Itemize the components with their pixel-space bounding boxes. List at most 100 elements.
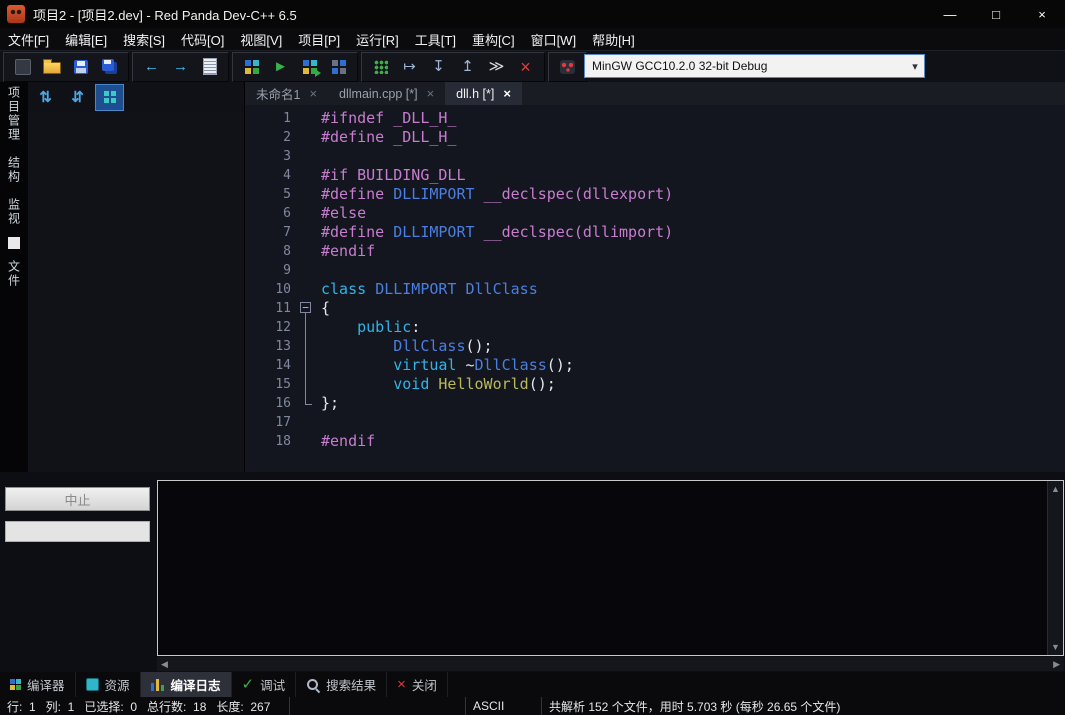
- new-project-button[interactable]: [8, 54, 37, 79]
- sort-by-type-button[interactable]: ⇅: [31, 84, 60, 111]
- compiler-icon: [10, 679, 21, 690]
- fold-gutter: [297, 223, 321, 242]
- menu-item-code[interactable]: 代码[O]: [173, 28, 232, 50]
- bottom-tab-bar: 编译器资源编译日志✓调试搜索结果 × 关闭: [0, 672, 1065, 697]
- step-over-button[interactable]: ↦: [395, 54, 424, 79]
- code-line: 13 DllClass();: [245, 337, 1065, 356]
- editor-region: 未命名1×dllmain.cpp [*]×dll.h [*]× 1#ifndef…: [245, 82, 1065, 472]
- code-text: #define DLLIMPORT __declspec(dllexport): [321, 185, 673, 204]
- scroll-left-icon[interactable]: ◀: [161, 659, 168, 670]
- bottom-tab-search-results[interactable]: 搜索结果: [296, 672, 387, 697]
- minimize-button[interactable]: —: [927, 0, 973, 28]
- run-button[interactable]: ►: [266, 54, 295, 79]
- fold-toggle-icon[interactable]: [297, 299, 321, 318]
- classic-view-button[interactable]: [95, 84, 124, 111]
- editor-tab-bar: 未命名1×dllmain.cpp [*]×dll.h [*]×: [245, 82, 1065, 105]
- step-into-button[interactable]: ↧: [424, 54, 453, 79]
- continue-icon: ≫: [489, 59, 505, 74]
- code-text: virtual ~DllClass();: [321, 356, 574, 375]
- editor-tab-dllmain-cpp[interactable]: dllmain.cpp [*]×: [328, 82, 445, 105]
- bottom-tab-compiler[interactable]: 编译器: [0, 672, 76, 697]
- bottom-tab-label: 关闭: [412, 675, 437, 694]
- stop-icon: ×: [520, 58, 531, 76]
- profiler-button[interactable]: [553, 54, 582, 79]
- panel-indicator-icon: [8, 237, 20, 249]
- fold-gutter: [297, 432, 321, 451]
- fold-gutter: [297, 318, 321, 337]
- abort-button[interactable]: 中止: [5, 487, 150, 511]
- side-tab-structure[interactable]: 结构: [6, 156, 23, 184]
- title-bar: 项目2 - [项目2.dev] - Red Panda Dev-C++ 6.5 …: [0, 0, 1065, 28]
- step-out-button[interactable]: ↥: [453, 54, 482, 79]
- menu-item-refactor[interactable]: 重构[C]: [464, 28, 523, 50]
- editor-tab-untitled1[interactable]: 未命名1×: [245, 82, 328, 105]
- rebuild-button[interactable]: [324, 54, 353, 79]
- compile-icon: [245, 60, 259, 74]
- menu-item-view[interactable]: 视图[V]: [232, 28, 290, 50]
- redo-button[interactable]: →: [166, 54, 195, 79]
- compile-button[interactable]: [237, 54, 266, 79]
- bottom-tab-debug[interactable]: ✓调试: [232, 672, 297, 697]
- debug-button[interactable]: [366, 54, 395, 79]
- close-icon: ×: [397, 677, 406, 692]
- undo-icon: ←: [144, 59, 159, 74]
- code-line: 4#if BUILDING_DLL: [245, 166, 1065, 185]
- menu-item-project[interactable]: 项目[P]: [290, 28, 348, 50]
- continue-button[interactable]: ≫: [482, 54, 511, 79]
- menu-item-edit[interactable]: 编辑[E]: [57, 28, 115, 50]
- code-line: 11{: [245, 299, 1065, 318]
- bottom-tab-compile-log[interactable]: 编译日志: [141, 672, 232, 697]
- code-text: #if BUILDING_DLL: [321, 166, 466, 185]
- status-parse-info: 共解析 152 个文件，用时 5.703 秒 (每秒 26.65 个文件): [542, 697, 1065, 715]
- scroll-down-icon[interactable]: ▼: [1051, 642, 1060, 652]
- sort-alphabetical-button[interactable]: ⇵: [63, 84, 92, 111]
- line-number: 8: [245, 242, 297, 261]
- toolbar-group: ↦↧↥ ≫ ×: [361, 52, 545, 82]
- scroll-up-icon[interactable]: ▲: [1051, 484, 1060, 494]
- scroll-right-icon[interactable]: ▶: [1053, 659, 1060, 670]
- code-text: #ifndef _DLL_H_: [321, 109, 456, 128]
- code-line: 6#else: [245, 204, 1065, 223]
- bottom-tab-resources[interactable]: 资源: [76, 672, 141, 697]
- menu-item-run[interactable]: 运行[R]: [348, 28, 407, 50]
- tab-close-icon[interactable]: ×: [427, 86, 435, 101]
- code-text: #else: [321, 204, 366, 223]
- code-editor[interactable]: 1#ifndef _DLL_H_2#define _DLL_H_34#if BU…: [245, 105, 1065, 472]
- open-file-button[interactable]: [37, 54, 66, 79]
- horizontal-scrollbar[interactable]: ◀ ▶: [157, 657, 1064, 671]
- sort-by-type-icon: ⇅: [39, 90, 52, 105]
- line-number: 12: [245, 318, 297, 337]
- undo-button[interactable]: ←: [137, 54, 166, 79]
- tab-close-icon[interactable]: ×: [309, 86, 317, 101]
- save-button[interactable]: [66, 54, 95, 79]
- toolbar-group: [548, 52, 587, 82]
- vertical-scrollbar[interactable]: ▲ ▼: [1047, 481, 1063, 655]
- fold-gutter: [297, 375, 321, 394]
- maximize-button[interactable]: □: [973, 0, 1019, 28]
- compile-run-button[interactable]: [295, 54, 324, 79]
- compile-log-icon: [151, 678, 165, 691]
- menu-item-tools[interactable]: 工具[T]: [407, 28, 464, 50]
- window-title: 项目2 - [项目2.dev] - Red Panda Dev-C++ 6.5: [33, 5, 297, 24]
- code-line: 9: [245, 261, 1065, 280]
- side-tab-project[interactable]: 项目管理: [6, 86, 23, 142]
- menu-item-window[interactable]: 窗口[W]: [523, 28, 585, 50]
- stop-button[interactable]: ×: [511, 54, 540, 79]
- bottom-panel: 中止 ▲ ▼ ◀ ▶: [0, 472, 1065, 672]
- side-tab-watch[interactable]: 监视: [6, 198, 23, 226]
- editor-tab-dll-h[interactable]: dll.h [*]×: [445, 82, 522, 105]
- side-tab-files[interactable]: 文件: [6, 260, 23, 288]
- close-button[interactable]: ×: [1019, 0, 1065, 28]
- compiler-selector[interactable]: MinGW GCC10.2.0 32-bit Debug ▾: [584, 54, 925, 78]
- menu-item-search[interactable]: 搜索[S]: [115, 28, 173, 50]
- compile-log-output[interactable]: ▲ ▼: [157, 480, 1064, 656]
- line-number: 7: [245, 223, 297, 242]
- tab-close-icon[interactable]: ×: [503, 86, 511, 101]
- menu-item-file[interactable]: 文件[F]: [0, 28, 57, 50]
- bottom-tab-close[interactable]: × 关闭: [387, 672, 448, 697]
- project-tree[interactable]: [28, 112, 244, 472]
- save-all-button[interactable]: [95, 54, 124, 79]
- menu-item-help[interactable]: 帮助[H]: [584, 28, 643, 50]
- status-cursor-info: 行: 1 列: 1 已选择: 0 总行数: 18 长度: 267: [0, 697, 290, 715]
- reformat-button[interactable]: [195, 54, 224, 79]
